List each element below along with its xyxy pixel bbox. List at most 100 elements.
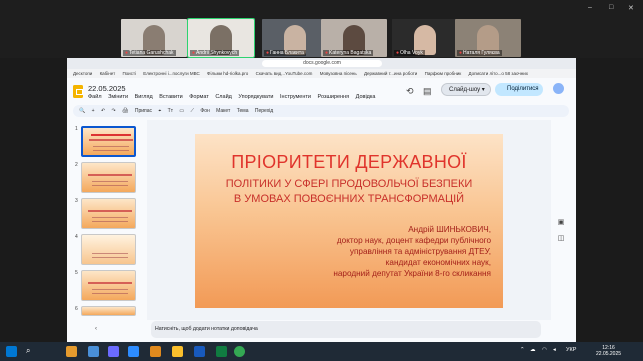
windows-taskbar: ⌕ ⌃ ☁ ◠ ◂ УКР 12:16 22.05.2025: [0, 342, 643, 361]
bookmark-item[interactable]: Поисті: [122, 71, 136, 76]
excel-icon[interactable]: [216, 346, 227, 357]
word-icon[interactable]: [194, 346, 205, 357]
history-icon[interactable]: ⟲: [406, 86, 414, 97]
slide-number: 1: [75, 126, 78, 132]
bookmark-item[interactable]: Десктопи: [73, 71, 92, 76]
menu-slide[interactable]: Слайд: [215, 94, 232, 100]
menu-extensions[interactable]: Розширення: [318, 94, 350, 100]
bookmark-item[interactable]: Парфюм пробник: [425, 71, 462, 76]
maximize-icon[interactable]: □: [609, 4, 613, 11]
app-icon[interactable]: [150, 346, 161, 357]
speaker-notes-field[interactable]: Натисніть, щоб додати нотатки доповідача: [151, 321, 541, 338]
comments-icon[interactable]: ▤: [423, 86, 432, 97]
slide-thumbnail[interactable]: [81, 234, 136, 265]
slide-number: 2: [75, 162, 78, 168]
slide-thumbnail[interactable]: [81, 270, 136, 301]
slide-thumbnail[interactable]: [81, 198, 136, 229]
slide-subtitle-line2[interactable]: В УМОВАХ ПОВОЄННИХ ТРАНСФОРМАЦІЙ: [195, 193, 503, 205]
author-line: народний депутат України 8-го скликання: [333, 269, 491, 278]
theme-button[interactable]: Тема: [237, 108, 249, 114]
redo-icon[interactable]: ↷: [112, 108, 116, 114]
bookmark-item[interactable]: Кабінет: [100, 71, 116, 76]
widgets-icon[interactable]: [66, 346, 77, 357]
language-indicator[interactable]: УКР: [566, 347, 576, 353]
bookmark-item[interactable]: Скачать вид...YouTube.com: [256, 71, 313, 76]
volume-icon[interactable]: ◂: [553, 347, 556, 353]
bookmarks-bar: Десктопи Кабінет Поисті Електронні і...п…: [67, 69, 576, 78]
participant-tile[interactable]: ●Tetiana Garushchak: [121, 19, 187, 57]
tray-arrow-icon[interactable]: ⌃: [520, 347, 525, 353]
participant-tile[interactable]: ●Наталя Гуляєва: [455, 19, 521, 57]
onedrive-icon[interactable]: ☁: [530, 347, 536, 353]
slides-logo-icon[interactable]: [73, 85, 83, 98]
windows-start-icon[interactable]: [6, 346, 17, 357]
menu-format[interactable]: Формат: [189, 94, 209, 100]
search-icon[interactable]: ⌕: [26, 346, 37, 357]
background-button[interactable]: Фон: [200, 108, 209, 114]
slide-subtitle-line1[interactable]: ПОЛІТИКИ У СФЕРІ ПРОДОВОЛЬЧОЇ БЕЗПЕКИ: [195, 178, 503, 190]
system-clock[interactable]: 12:16 22.05.2025: [596, 345, 621, 357]
menu-edit[interactable]: Змінити: [108, 94, 128, 100]
layout-button[interactable]: Макет: [216, 108, 230, 114]
collapse-filmstrip-icon[interactable]: ‹: [95, 326, 97, 332]
clock-date: 22.05.2025: [596, 351, 622, 357]
slide-number: 3: [75, 198, 78, 204]
share-button[interactable]: Поділитися: [495, 83, 543, 96]
textbox-icon[interactable]: Tт: [168, 108, 173, 114]
slide-thumbnail[interactable]: [81, 306, 136, 316]
slideshow-label: Слайд-шоу: [449, 87, 481, 93]
url-field[interactable]: docs.google.com: [262, 60, 382, 67]
bookmark-item[interactable]: Мовузовна пісень: [320, 71, 357, 76]
menu-insert[interactable]: Вставити: [159, 94, 183, 100]
slide-editor-canvas[interactable]: ПРІОРИТЕТИ ДЕРЖАВНОЇ ПОЛІТИКИ У СФЕРІ ПР…: [147, 120, 551, 320]
participant-tile-active[interactable]: ●Andrii Shynkovych: [187, 18, 255, 58]
zoom-icon[interactable]: [128, 346, 139, 357]
menu-tools[interactable]: Інструменти: [280, 94, 311, 100]
participant-tile[interactable]: ●Ганна Блакита: [262, 19, 328, 57]
author-line: доктор наук, доцент кафедри публічного: [336, 236, 491, 245]
bookmark-item[interactable]: Фільми hd-riolka.pro: [207, 71, 248, 76]
bookmark-item[interactable]: Дописати літо...о 58 заочних: [468, 71, 528, 76]
current-slide[interactable]: ПРІОРИТЕТИ ДЕРЖАВНОЇ ПОЛІТИКИ У СФЕРІ ПР…: [195, 134, 503, 308]
select-icon[interactable]: ⌖: [158, 108, 161, 114]
participant-tile[interactable]: ●Kateryna Bagatska: [321, 19, 387, 57]
shape-icon[interactable]: ▭: [179, 108, 184, 114]
search-menus-icon[interactable]: 🔍: [79, 108, 85, 114]
participant-tile[interactable]: ●Olha Voyk: [392, 19, 458, 57]
menu-view[interactable]: Вигляд: [135, 94, 153, 100]
author-line: управління та адміністрування ДТЕУ,: [349, 247, 491, 256]
zoom-fit-select[interactable]: Припас: [135, 108, 152, 114]
keep-icon[interactable]: ▣: [555, 218, 567, 230]
bookmark-item[interactable]: Державний т...ина роботи: [364, 71, 417, 76]
chrome-icon[interactable]: [234, 346, 245, 357]
participant-name: Наталя Гуляєва: [463, 50, 500, 56]
avatar[interactable]: [553, 83, 564, 94]
menu-help[interactable]: Довідка: [356, 94, 376, 100]
menu-arrange[interactable]: Упорядкувати: [238, 94, 273, 100]
doc-title[interactable]: 22.05.2025: [88, 84, 126, 93]
slide-thumbnail[interactable]: [81, 162, 136, 193]
close-icon[interactable]: ✕: [628, 4, 634, 12]
minimize-icon[interactable]: –: [588, 4, 592, 11]
bookmark-item[interactable]: Електронні і...послуги МВС: [143, 71, 200, 76]
print-icon[interactable]: 🖨: [122, 108, 128, 114]
app-icon[interactable]: [108, 346, 119, 357]
explore-icon[interactable]: ◫: [555, 234, 567, 246]
muted-mic-icon: ●: [192, 50, 196, 56]
file-explorer-icon[interactable]: [172, 346, 183, 357]
slide-author-block[interactable]: Андрій ШИНЬКОВИЧ, доктор наук, доцент ка…: [251, 224, 491, 279]
wifi-icon[interactable]: ◠: [542, 347, 547, 353]
undo-icon[interactable]: ↶: [101, 108, 105, 114]
slide-thumbnail[interactable]: [81, 126, 136, 157]
slide-number: 4: [75, 234, 78, 240]
slide-title[interactable]: ПРІОРИТЕТИ ДЕРЖАВНОЇ: [195, 152, 503, 173]
author-line: кандидат економічних наук,: [385, 258, 491, 267]
taskview-icon[interactable]: [88, 346, 99, 357]
slideshow-button[interactable]: Слайд-шоу ▾: [441, 83, 491, 96]
menu-file[interactable]: Файл: [88, 94, 102, 100]
zoom-participant-strip: – □ ✕ ●Tetiana Garushchak ●Andrii Shynko…: [0, 0, 643, 58]
line-icon[interactable]: ⟋: [191, 108, 195, 114]
new-slide-icon[interactable]: +: [92, 108, 95, 114]
transition-button[interactable]: Перехід: [255, 108, 273, 114]
chevron-down-icon[interactable]: ▾: [482, 87, 485, 93]
